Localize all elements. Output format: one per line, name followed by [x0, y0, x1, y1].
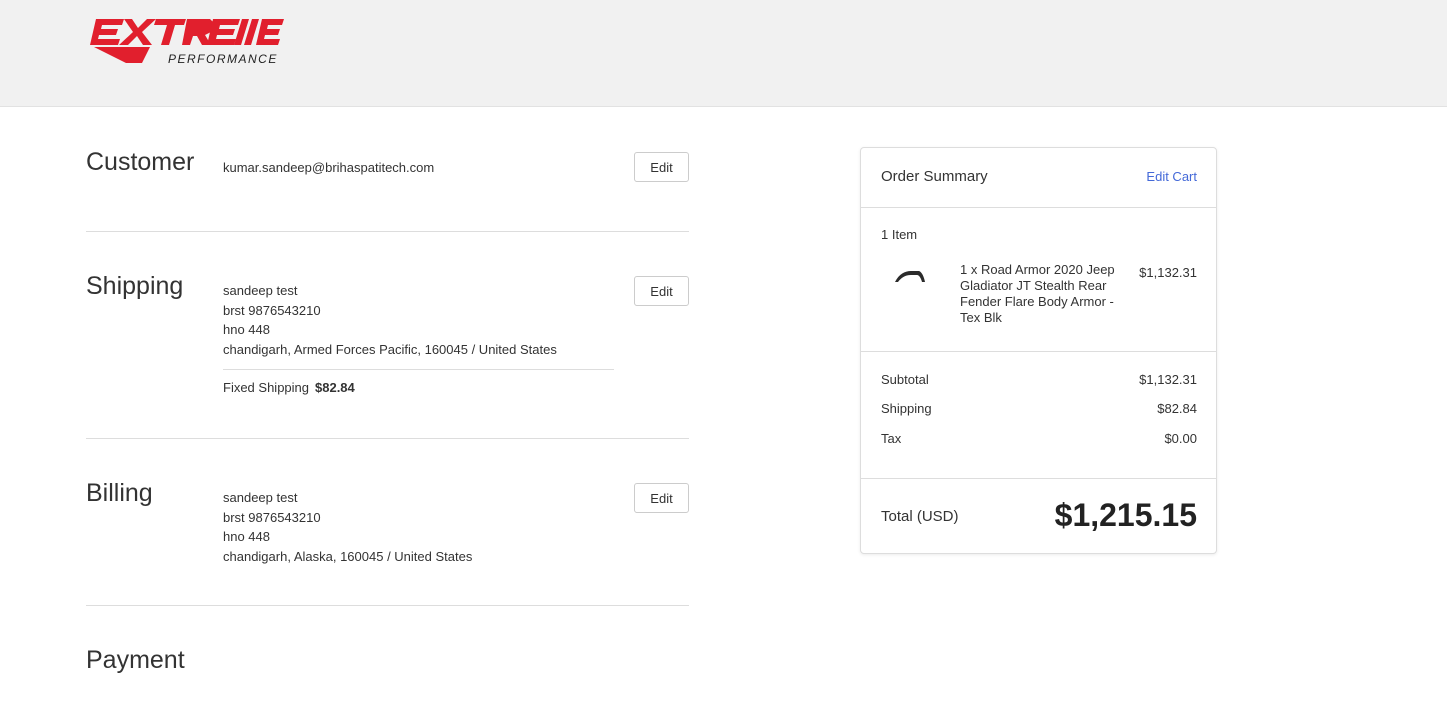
- billing-name: sandeep test: [223, 490, 298, 505]
- total-value: $1,215.15: [1054, 497, 1197, 533]
- customer-title: Customer: [86, 148, 195, 176]
- order-totals: Subtotal $1,132.31 Shipping $82.84 Tax $…: [861, 351, 1216, 479]
- billing-title: Billing: [86, 479, 153, 507]
- shipping-value: $82.84: [1157, 401, 1197, 416]
- shipping-row: Shipping $82.84: [881, 401, 1197, 417]
- shipping-method: Fixed Shipping $82.84: [223, 369, 614, 395]
- billing-edit-button[interactable]: Edit: [634, 483, 689, 513]
- billing-street: hno 448: [223, 529, 270, 544]
- billing-address: sandeep test brst 9876543210 hno 448 cha…: [223, 488, 472, 566]
- shipping-street: hno 448: [223, 322, 270, 337]
- divider: [86, 438, 689, 439]
- item-count: 1 Item: [881, 227, 918, 242]
- order-items: 1 Item 1 x Road Armor 2020 Jeep Gladiato…: [861, 207, 1216, 352]
- shipping-method-price: $82.84: [315, 380, 355, 395]
- shipping-city: chandigarh, Armed Forces Pacific, 160045…: [223, 341, 557, 357]
- payment-title[interactable]: Payment: [86, 646, 185, 675]
- customer-email-text: kumar.sandeep@brihaspatitech.com: [223, 160, 435, 175]
- edit-cart-link[interactable]: Edit Cart: [1146, 169, 1197, 184]
- billing-phone: brst 9876543210: [223, 509, 321, 525]
- shipping-phone: brst 9876543210: [223, 302, 321, 318]
- shipping-label: Shipping: [881, 401, 932, 416]
- billing-city: chandigarh, Alaska, 160045 / United Stat…: [223, 548, 473, 564]
- divider: [86, 605, 689, 606]
- customer-section: Customer kumar.sandeep@brihaspatitech.co…: [86, 148, 689, 188]
- order-summary-header: Order Summary Edit Cart: [861, 148, 1216, 208]
- billing-section: Billing sandeep test brst 9876543210 hno…: [86, 479, 689, 579]
- subtotal-label: Subtotal: [881, 372, 929, 387]
- payment-section: Payment: [86, 646, 689, 686]
- subtotal-value: $1,132.31: [1139, 372, 1197, 387]
- tax-row: Tax $0.00: [881, 431, 1197, 447]
- shipping-address: sandeep test brst 9876543210 hno 448 cha…: [223, 281, 557, 359]
- divider: [86, 231, 689, 232]
- logo-subtext: PERFORMANCE: [168, 52, 278, 66]
- fender-flare-thumbnail-icon: [895, 271, 925, 282]
- subtotal-row: Subtotal $1,132.31: [881, 372, 1197, 388]
- tax-label: Tax: [881, 431, 902, 446]
- order-total: Total (USD) $1,215.15: [861, 478, 1216, 553]
- shipping-edit-button[interactable]: Edit: [634, 276, 689, 306]
- shipping-section: Shipping sandeep test brst 9876543210 hn…: [86, 272, 689, 412]
- shipping-name: sandeep test: [223, 283, 298, 298]
- item-name: 1 x Road Armor 2020 Jeep Gladiator JT St…: [960, 262, 1115, 325]
- shipping-title: Shipping: [86, 272, 184, 300]
- order-summary: Order Summary Edit Cart 1 Item 1 x Road …: [860, 147, 1217, 554]
- order-summary-title: Order Summary: [881, 168, 988, 185]
- customer-edit-button[interactable]: Edit: [634, 152, 689, 182]
- site-header: PERFORMANCE: [0, 0, 1447, 107]
- shipping-method-label: Fixed Shipping: [223, 380, 309, 395]
- customer-email: kumar.sandeep@brihaspatitech.com: [223, 158, 434, 178]
- extreme-performance-logo[interactable]: PERFORMANCE: [90, 17, 284, 67]
- total-label: Total (USD): [881, 508, 959, 525]
- tax-value: $0.00: [1164, 431, 1197, 446]
- item-price: $1,132.31: [1139, 265, 1197, 280]
